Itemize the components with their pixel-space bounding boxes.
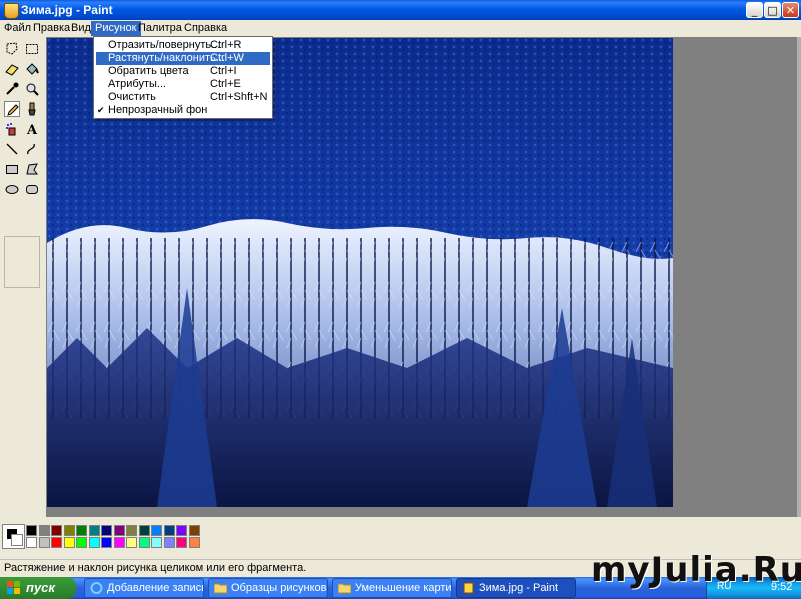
pencil-icon[interactable]	[4, 101, 20, 117]
palette-swatch[interactable]	[76, 537, 87, 548]
close-button[interactable]: ✕	[782, 2, 799, 18]
palette-swatch[interactable]	[176, 525, 187, 536]
menu-item-invert-colors[interactable]: Обратить цвета Ctrl+I	[96, 65, 270, 78]
svg-text:A: A	[26, 123, 38, 137]
menu-help[interactable]: Справка	[180, 21, 231, 36]
minimize-button[interactable]: _	[746, 2, 763, 18]
toolbox: A	[0, 38, 46, 518]
task-add-entry[interactable]: Добавление записи ...	[84, 578, 204, 598]
windows-logo-icon	[7, 581, 20, 594]
palette-swatch[interactable]	[88, 537, 100, 548]
palette-swatch[interactable]	[101, 537, 112, 548]
palette-swatch[interactable]	[163, 525, 175, 536]
palette-swatch[interactable]	[38, 537, 50, 548]
ie-icon	[90, 582, 103, 594]
palette-swatch[interactable]	[38, 525, 50, 536]
free-select-icon[interactable]	[4, 41, 20, 57]
polygon-icon[interactable]	[24, 161, 40, 177]
palette-swatch[interactable]	[188, 525, 200, 536]
palette-swatch[interactable]	[26, 525, 37, 536]
palette-swatch[interactable]	[51, 537, 62, 548]
rounded-rect-icon[interactable]	[24, 181, 40, 197]
palette-swatch[interactable]	[151, 525, 162, 536]
palette-swatch[interactable]	[163, 537, 175, 548]
palette-swatch[interactable]	[138, 537, 150, 548]
palette-swatch[interactable]	[188, 537, 200, 548]
background-color[interactable]	[11, 534, 23, 546]
palette-swatch[interactable]	[63, 525, 75, 536]
text-icon[interactable]: A	[24, 121, 40, 137]
palette-swatch[interactable]	[126, 537, 137, 548]
paint-window: Зима.jpg - Paint _ □ ✕ Файл Правка Вид Р…	[0, 0, 801, 577]
task-sample-pictures[interactable]: Образцы рисунков	[208, 578, 328, 598]
curve-icon[interactable]	[24, 141, 40, 157]
eraser-icon[interactable]	[4, 61, 20, 77]
task-paint[interactable]: Зима.jpg - Paint	[456, 578, 576, 598]
palette-swatch[interactable]	[101, 525, 112, 536]
magnifier-icon[interactable]	[24, 81, 40, 97]
palette-swatch[interactable]	[113, 525, 125, 536]
ellipse-icon[interactable]	[4, 181, 20, 197]
line-icon[interactable]	[4, 141, 20, 157]
image-menu-dropdown: Отразить/повернуть... Ctrl+R Растянуть/н…	[93, 36, 273, 119]
palette-swatch[interactable]	[76, 525, 87, 536]
menu-palette[interactable]: Палитра	[134, 21, 186, 36]
rectangle-icon[interactable]	[4, 161, 20, 177]
tool-options-box[interactable]	[4, 236, 40, 288]
title-bar[interactable]: Зима.jpg - Paint _ □ ✕	[0, 0, 801, 21]
menu-item-clear[interactable]: Очистить Ctrl+Shft+N	[96, 91, 270, 104]
menu-item-attributes[interactable]: Атрибуты... Ctrl+E	[96, 78, 270, 91]
palette-swatch[interactable]	[26, 537, 37, 548]
folder-icon	[338, 583, 351, 594]
current-colors-box[interactable]	[2, 524, 25, 549]
paint-icon	[463, 582, 474, 594]
canvas-right-edge	[797, 37, 801, 517]
paint-app-icon[interactable]	[4, 3, 19, 19]
menu-item-opaque-background[interactable]: ✔ Непрозрачный фон	[96, 104, 270, 117]
folder-icon	[214, 583, 227, 594]
status-text: Растяжение и наклон рисунка целиком или …	[4, 562, 307, 574]
airbrush-icon[interactable]	[4, 121, 20, 137]
start-button[interactable]: пуск	[0, 577, 76, 599]
menu-item-flip-rotate[interactable]: Отразить/повернуть... Ctrl+R	[96, 39, 270, 52]
fill-bucket-icon[interactable]	[24, 61, 40, 77]
palette-swatch[interactable]	[113, 537, 125, 548]
checkmark-icon: ✔	[97, 105, 105, 115]
palette-swatch[interactable]	[138, 525, 150, 536]
menu-bar: Файл Правка Вид Рисунок Палитра Справка	[0, 20, 801, 37]
color-picker-icon[interactable]	[4, 81, 20, 97]
maximize-button[interactable]: □	[764, 2, 781, 18]
watermark: myJulia.Ru	[591, 550, 801, 590]
window-title: Зима.jpg - Paint	[21, 3, 113, 17]
palette-swatch[interactable]	[151, 537, 162, 548]
palette-swatch[interactable]	[63, 537, 75, 548]
palette-swatch[interactable]	[88, 525, 100, 536]
task-image-resize[interactable]: Уменьшение картинок	[332, 578, 452, 598]
start-label: пуск	[26, 580, 55, 595]
menu-item-stretch-skew[interactable]: Растянуть/наклонить... Ctrl+W	[96, 52, 270, 65]
brush-icon[interactable]	[24, 101, 40, 117]
rect-select-icon[interactable]	[24, 41, 40, 57]
palette-swatch[interactable]	[51, 525, 62, 536]
palette-swatch[interactable]	[126, 525, 137, 536]
palette-swatch[interactable]	[176, 537, 187, 548]
